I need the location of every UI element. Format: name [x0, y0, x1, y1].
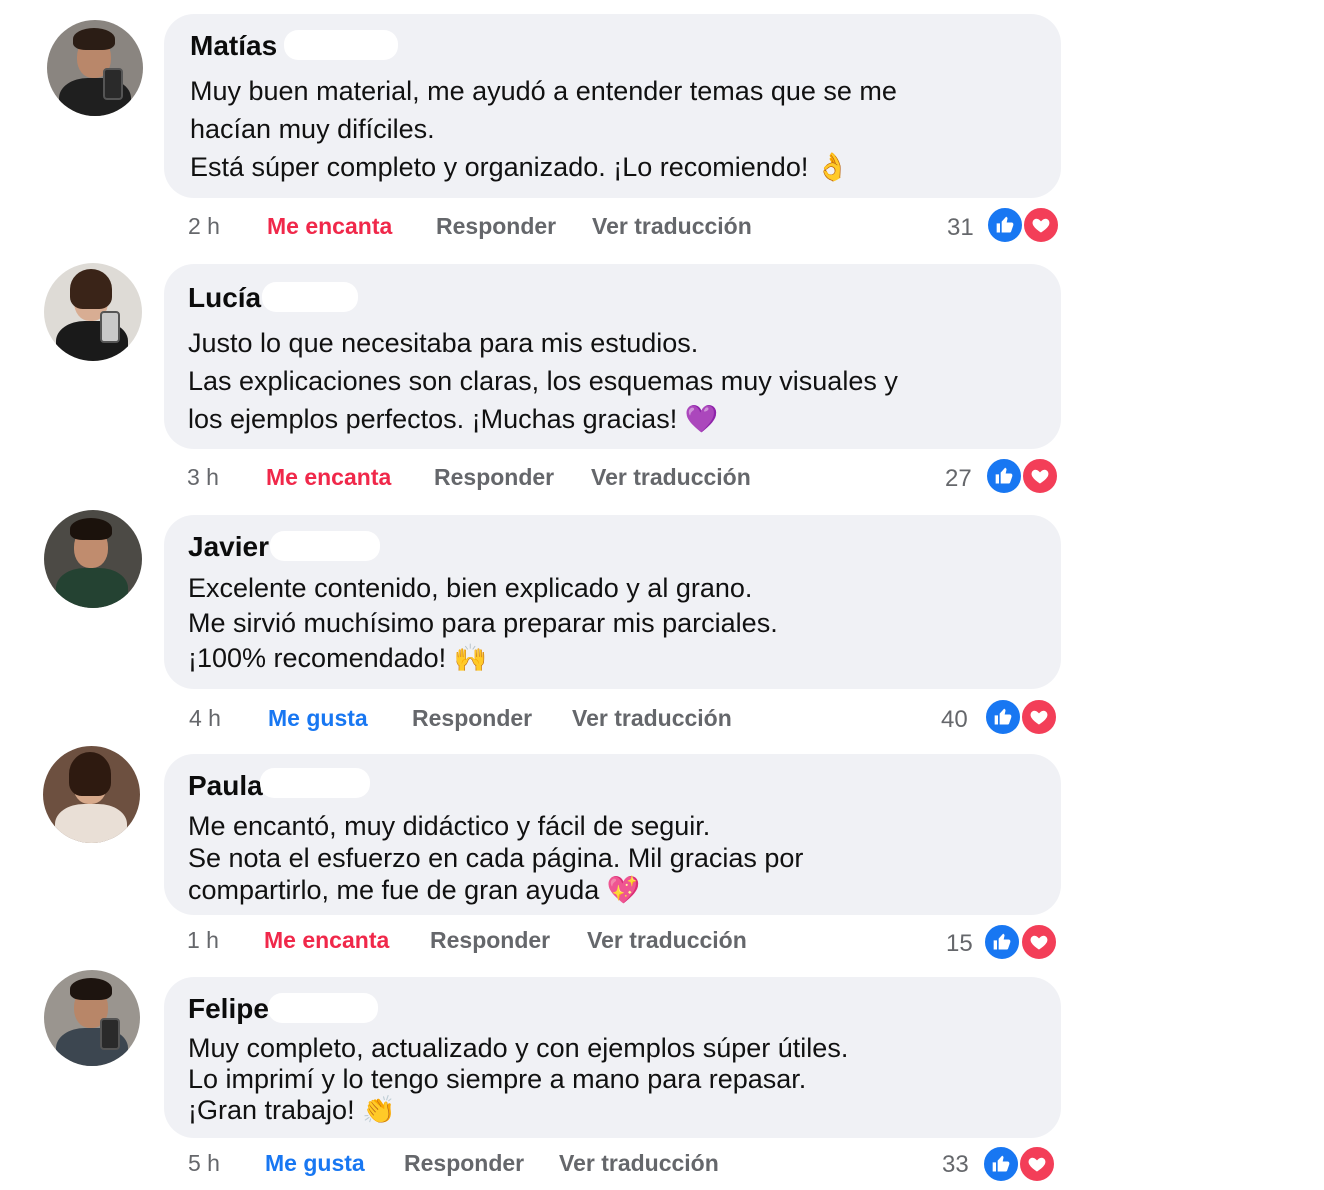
comment-actions: 3 h Me encanta Responder Ver traducción … — [0, 457, 1324, 504]
redacted-surname — [262, 282, 358, 312]
reply-button[interactable]: Responder — [430, 927, 550, 954]
translate-button[interactable]: Ver traducción — [559, 1150, 719, 1177]
avatar[interactable] — [47, 20, 143, 116]
reaction-count[interactable]: 15 — [946, 930, 973, 958]
love-icon[interactable] — [1020, 698, 1058, 736]
comment-text: Muy buen material, me ayudó a entender t… — [190, 76, 897, 182]
reaction-count[interactable]: 40 — [941, 706, 968, 734]
avatar[interactable] — [44, 263, 142, 361]
redacted-surname — [268, 993, 378, 1023]
redacted-surname — [260, 768, 370, 798]
reaction-button[interactable]: Me gusta — [268, 705, 368, 732]
comment-bubble: Javier Excelente contenido, bien explica… — [164, 515, 1061, 689]
timestamp[interactable]: 3 h — [187, 464, 219, 491]
reaction-count[interactable]: 33 — [942, 1151, 969, 1179]
comment-author[interactable]: Javier — [188, 531, 269, 563]
comment-bubble: Lucía Justo lo que necesitaba para mis e… — [164, 264, 1061, 449]
comment-author[interactable]: Paula — [188, 770, 263, 802]
comment-bubble: Paula Me encantó, muy didáctico y fácil … — [164, 754, 1061, 915]
reaction-count[interactable]: 31 — [947, 214, 974, 242]
comment-text: Justo lo que necesitaba para mis estudio… — [188, 328, 898, 434]
reaction-button[interactable]: Me encanta — [264, 927, 389, 954]
love-icon[interactable] — [1022, 206, 1060, 244]
reply-button[interactable]: Responder — [434, 464, 554, 491]
love-icon[interactable] — [1020, 923, 1058, 961]
love-icon[interactable] — [1018, 1145, 1056, 1183]
comment-text: Me encantó, muy didáctico y fácil de seg… — [188, 811, 804, 905]
comment-actions: 2 h Me encanta Responder Ver traducción … — [0, 206, 1324, 253]
translate-button[interactable]: Ver traducción — [587, 927, 747, 954]
reply-button[interactable]: Responder — [404, 1150, 524, 1177]
translate-button[interactable]: Ver traducción — [591, 464, 751, 491]
avatar[interactable] — [43, 746, 140, 843]
reply-button[interactable]: Responder — [412, 705, 532, 732]
comment-author[interactable]: Felipe — [188, 993, 269, 1025]
timestamp[interactable]: 2 h — [188, 213, 220, 240]
translate-button[interactable]: Ver traducción — [572, 705, 732, 732]
avatar[interactable] — [44, 970, 140, 1066]
reaction-count[interactable]: 27 — [945, 465, 972, 493]
timestamp[interactable]: 4 h — [189, 705, 221, 732]
comment-actions: 1 h Me encanta Responder Ver traducción … — [0, 923, 1324, 967]
comment-author[interactable]: Matías — [190, 30, 277, 62]
avatar[interactable] — [44, 510, 142, 608]
reaction-button[interactable]: Me encanta — [266, 464, 391, 491]
reaction-button[interactable]: Me encanta — [267, 213, 392, 240]
reply-button[interactable]: Responder — [436, 213, 556, 240]
comment-author[interactable]: Lucía — [188, 282, 261, 314]
love-icon[interactable] — [1021, 457, 1059, 495]
reaction-button[interactable]: Me gusta — [265, 1150, 365, 1177]
comment-text: Muy completo, actualizado y con ejemplos… — [188, 1033, 849, 1125]
comment-actions: 5 h Me gusta Responder Ver traducción 33 — [0, 1145, 1324, 1190]
like-icon[interactable] — [986, 206, 1024, 244]
redacted-surname — [284, 30, 398, 60]
like-icon[interactable] — [982, 1145, 1020, 1183]
translate-button[interactable]: Ver traducción — [592, 213, 752, 240]
like-icon[interactable] — [985, 457, 1023, 495]
timestamp[interactable]: 5 h — [188, 1150, 220, 1177]
redacted-surname — [270, 531, 380, 561]
like-icon[interactable] — [983, 923, 1021, 961]
comment-bubble: Matías Muy buen material, me ayudó a ent… — [164, 14, 1061, 198]
comment-bubble: Felipe Muy completo, actualizado y con e… — [164, 977, 1061, 1138]
comment-actions: 4 h Me gusta Responder Ver traducción 40 — [0, 698, 1324, 745]
like-icon[interactable] — [984, 698, 1022, 736]
comment-text: Excelente contenido, bien explicado y al… — [188, 573, 778, 673]
timestamp[interactable]: 1 h — [187, 927, 219, 954]
